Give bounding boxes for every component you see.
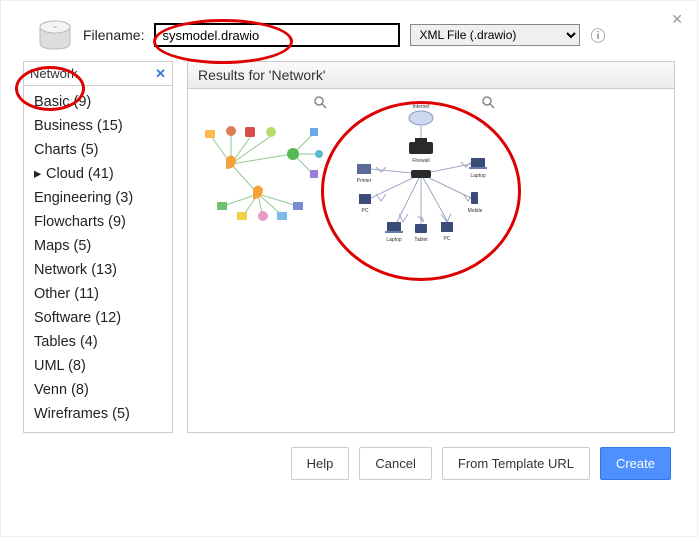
svg-text:Tablet: Tablet <box>414 237 428 243</box>
category-item[interactable]: Business (15) <box>24 114 172 138</box>
cancel-button[interactable]: Cancel <box>359 447 431 480</box>
main-content: ✕ Basic (9) Business (15) Charts (5) ▸Cloud… <box>23 61 675 433</box>
sidebar: ✕ Basic (9) Business (15) Charts (5) ▸Cloud… <box>23 61 173 433</box>
category-item[interactable]: Engineering (3) <box>24 186 172 210</box>
from-template-url-button[interactable]: From Template URL <box>442 447 590 480</box>
category-label: Charts (5) <box>34 142 98 158</box>
svg-text:Firewall: Firewall <box>412 158 429 164</box>
category-label: Engineering (3) <box>34 190 133 206</box>
category-item[interactable]: ▸Cloud (41) <box>24 162 172 186</box>
create-button[interactable]: Create <box>600 447 671 480</box>
category-label: Wireframes (5) <box>34 406 130 422</box>
category-label: Other (11) <box>34 286 99 302</box>
svg-text:Internet: Internet <box>413 104 431 110</box>
category-label: Business (15) <box>34 118 123 134</box>
zoom-icon[interactable] <box>482 96 495 112</box>
category-item[interactable]: Network (13) <box>24 258 172 282</box>
svg-text:Mobile: Mobile <box>468 208 483 214</box>
close-icon[interactable]: ✕ <box>671 11 683 28</box>
disk-icon <box>37 19 73 51</box>
category-label: UML (8) <box>34 358 86 374</box>
svg-text:PC: PC <box>444 236 451 242</box>
category-item[interactable]: Charts (5) <box>24 138 172 162</box>
clear-search-icon[interactable]: ✕ <box>155 66 166 82</box>
category-item[interactable]: Other (11) <box>24 282 172 306</box>
category-label: Venn (8) <box>34 382 89 398</box>
help-icon[interactable]: ⓘ <box>590 25 605 46</box>
category-list[interactable]: Basic (9) Business (15) Charts (5) ▸Cloud (… <box>24 86 172 432</box>
help-button[interactable]: Help <box>291 447 350 480</box>
category-item[interactable]: UML (8) <box>24 354 172 378</box>
template-thumbnail[interactable]: Internet Firewall Printer Laptop <box>340 93 500 253</box>
search-input[interactable] <box>30 66 166 81</box>
search-box: ✕ <box>24 62 172 86</box>
category-item[interactable]: Venn (8) <box>24 378 172 402</box>
category-item[interactable]: Wireframes (5) <box>24 402 172 426</box>
svg-text:PC: PC <box>362 208 369 214</box>
category-label: Flowcharts (9) <box>34 214 126 230</box>
results-body: Internet Firewall Printer Laptop <box>187 89 675 433</box>
template-preview-icon <box>193 94 333 234</box>
filename-label: Filename: <box>83 27 144 43</box>
category-item[interactable]: Basic (9) <box>24 90 172 114</box>
category-item[interactable]: Tables (4) <box>24 330 172 354</box>
expand-icon: ▸ <box>34 166 44 182</box>
category-item[interactable]: Flowcharts (9) <box>24 210 172 234</box>
dialog-header: Filename: XML File (.drawio) ⓘ <box>37 19 675 51</box>
category-label: Maps (5) <box>34 238 91 254</box>
svg-text:Printer: Printer <box>357 178 372 184</box>
category-label: Tables (4) <box>34 334 98 350</box>
category-label: Network (13) <box>34 262 117 278</box>
filename-input[interactable] <box>154 23 400 47</box>
results-panel: Results for 'Network' <box>187 61 675 433</box>
category-item[interactable]: Maps (5) <box>24 234 172 258</box>
filetype-select[interactable]: XML File (.drawio) <box>410 24 580 46</box>
button-row: Help Cancel From Template URL Create <box>23 447 675 480</box>
category-label: Cloud (41) <box>46 166 114 182</box>
svg-text:Laptop: Laptop <box>470 173 486 179</box>
results-header: Results for 'Network' <box>187 61 675 89</box>
template-thumbnail[interactable] <box>192 93 332 233</box>
svg-text:Laptop: Laptop <box>386 237 402 243</box>
category-label: Basic (9) <box>34 94 91 110</box>
category-item[interactable]: Software (12) <box>24 306 172 330</box>
zoom-icon[interactable] <box>314 96 327 112</box>
template-preview-icon: Internet Firewall Printer Laptop <box>341 94 501 254</box>
category-label: Software (12) <box>34 310 121 326</box>
new-file-dialog: ✕ Filename: XML File (.drawio) ⓘ ✕ Basic… <box>0 0 698 537</box>
